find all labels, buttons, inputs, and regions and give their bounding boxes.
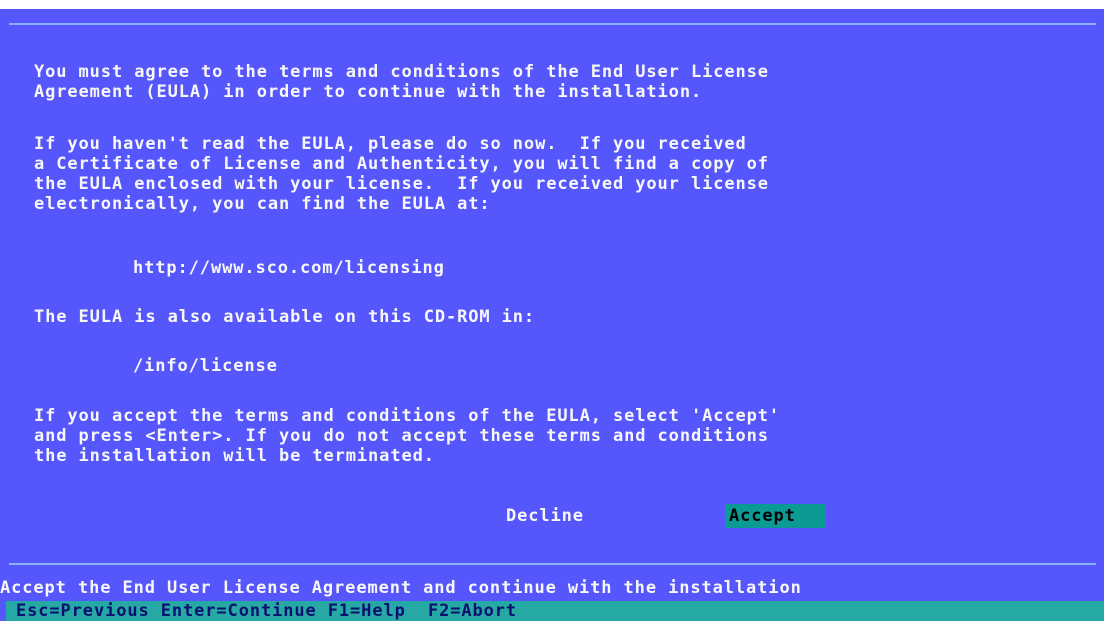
installer-screen: You must agree to the terms and conditio… bbox=[0, 0, 1104, 621]
eula-url-text: http://www.sco.com/licensing bbox=[133, 258, 445, 278]
eula-intro-text: You must agree to the terms and conditio… bbox=[34, 62, 769, 102]
status-description: Accept the End User License Agreement an… bbox=[0, 578, 802, 598]
eula-cdrom-text: The EULA is also available on this CD-RO… bbox=[34, 307, 536, 327]
decline-button[interactable]: Decline bbox=[506, 504, 606, 528]
eula-path-text: /info/license bbox=[133, 356, 278, 376]
accept-button[interactable]: Accept bbox=[725, 504, 825, 528]
eula-read-instructions-text: If you haven't read the EULA, please do … bbox=[34, 134, 769, 214]
eula-accept-instructions-text: If you accept the terms and conditions o… bbox=[34, 406, 781, 466]
key-hints-text: Esc=Previous Enter=Continue F1=Help F2=A… bbox=[16, 601, 518, 621]
key-hint-bar: Esc=Previous Enter=Continue F1=Help F2=A… bbox=[6, 601, 1104, 621]
top-border bbox=[0, 0, 1104, 9]
eula-dialog-frame bbox=[9, 23, 1096, 565]
